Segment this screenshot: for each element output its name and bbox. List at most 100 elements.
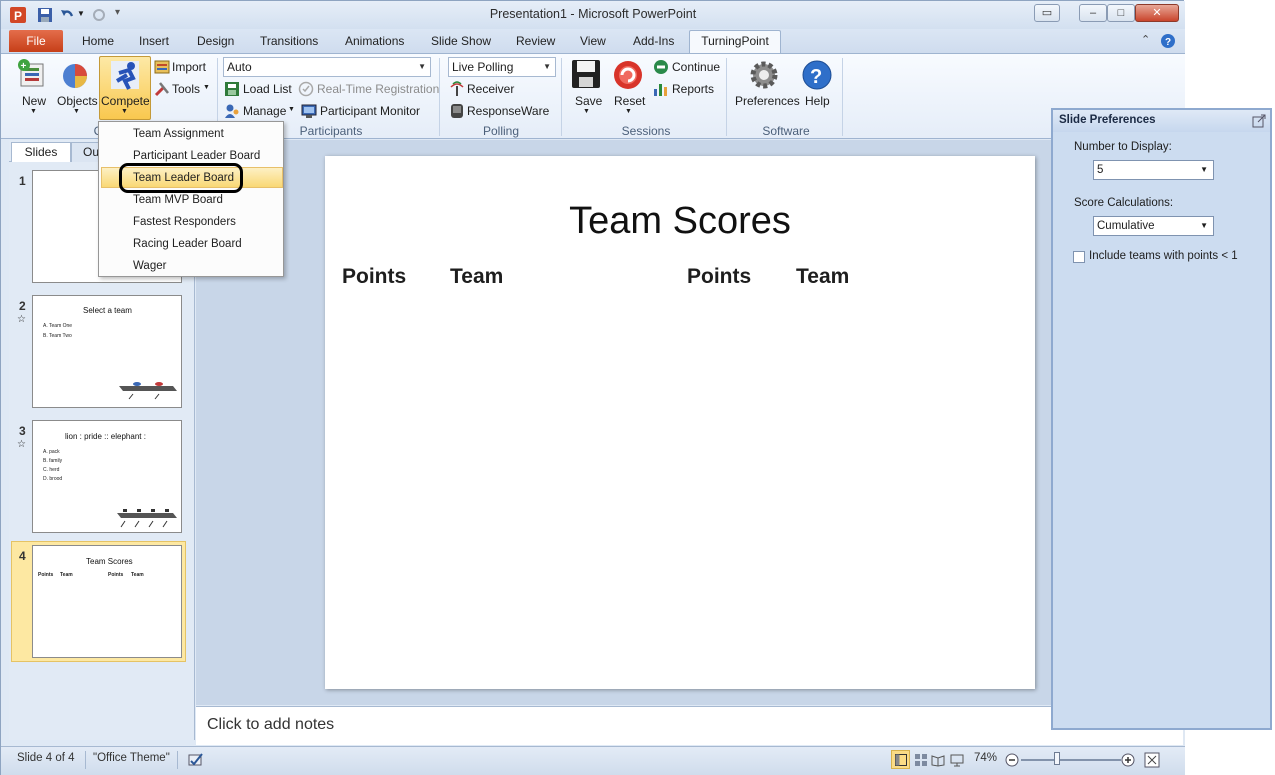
realtime-registration-icon	[298, 81, 314, 97]
notes-pane[interactable]: Click to add notes	[196, 706, 1183, 745]
slide-title[interactable]: Team Scores	[325, 200, 1035, 243]
objects-button[interactable]: Objects	[57, 94, 98, 108]
compete-runner-icon[interactable]	[109, 59, 141, 91]
manage-button[interactable]: Manage	[243, 104, 286, 118]
team-column-header[interactable]: Team	[450, 265, 503, 289]
manage-icon[interactable]	[224, 103, 240, 119]
new-list-icon[interactable]: +	[17, 58, 49, 90]
points-column-header[interactable]: Points	[687, 265, 751, 289]
tab-slide-show[interactable]: Slide Show	[431, 34, 491, 48]
save-session-icon[interactable]	[570, 58, 602, 90]
tab-view[interactable]: View	[580, 34, 606, 48]
responseware-icon[interactable]	[449, 103, 465, 119]
include-teams-label[interactable]: Include teams with points < 1	[1089, 250, 1238, 262]
normal-view-button[interactable]	[891, 750, 910, 769]
tools-button[interactable]: Tools	[172, 82, 200, 96]
new-dropdown-icon[interactable]: ▼	[30, 108, 37, 115]
tab-file[interactable]: File	[9, 30, 63, 52]
close-button[interactable]: ✕	[1135, 4, 1179, 22]
tab-add-ins[interactable]: Add-Ins	[633, 34, 674, 48]
chevron-down-icon: ▼	[1200, 221, 1208, 230]
number-to-display-select[interactable]: 5 ▼	[1093, 160, 1214, 180]
thumbnail-item: C. herd	[43, 467, 60, 473]
menu-item-team-assignment[interactable]: Team Assignment	[99, 123, 283, 145]
import-icon[interactable]	[154, 59, 170, 75]
menu-item-racing-leader-board[interactable]: Racing Leader Board	[99, 233, 283, 255]
tools-dropdown-icon[interactable]: ▼	[203, 84, 210, 91]
score-calculations-select[interactable]: Cumulative ▼	[1093, 216, 1214, 236]
realtime-registration-button: Real-Time Registration	[317, 82, 440, 96]
include-teams-checkbox[interactable]	[1073, 251, 1085, 263]
minimize-ribbon-icon[interactable]: ⌃	[1141, 33, 1150, 46]
spell-check-icon[interactable]	[187, 752, 205, 768]
score-calculations-label: Score Calculations:	[1074, 197, 1174, 209]
slide-thumbnail-4[interactable]: Team Scores Points Team Points Team	[32, 545, 182, 658]
participant-mode-select[interactable]: Auto ▼	[223, 57, 431, 77]
thumbnail-item: Team	[60, 572, 73, 578]
minimize-button[interactable]: –	[1079, 4, 1107, 22]
responseware-button[interactable]: ResponseWare	[467, 104, 549, 118]
polling-mode-select[interactable]: Live Polling ▼	[448, 57, 556, 77]
zoom-in-icon[interactable]	[1121, 753, 1135, 767]
new-button[interactable]: New	[22, 94, 46, 108]
tab-slides[interactable]: Slides	[11, 142, 71, 162]
reports-button[interactable]: Reports	[672, 82, 714, 96]
tab-animations[interactable]: Animations	[345, 34, 404, 48]
load-list-icon[interactable]	[224, 81, 240, 97]
help-circle-icon[interactable]: ?	[1160, 33, 1176, 49]
slide-show-icon[interactable]	[950, 753, 964, 767]
reports-chart-icon[interactable]	[653, 81, 669, 97]
participant-monitor-icon[interactable]	[301, 103, 317, 119]
tab-review[interactable]: Review	[516, 34, 555, 48]
thumbnail-item: D. brood	[43, 476, 63, 482]
points-column-header[interactable]: Points	[342, 265, 406, 289]
thumbnail-item: B. Team Two	[43, 333, 72, 339]
zoom-out-icon[interactable]	[1005, 753, 1019, 767]
fit-to-window-icon[interactable]	[1144, 752, 1160, 768]
help-icon[interactable]: ?	[801, 59, 833, 91]
gear-icon[interactable]	[748, 59, 780, 91]
tab-home[interactable]: Home	[82, 34, 114, 48]
reset-dropdown-icon[interactable]: ▼	[625, 108, 632, 115]
reset-icon[interactable]	[612, 59, 644, 91]
participant-monitor-button[interactable]: Participant Monitor	[320, 104, 420, 118]
slide-canvas[interactable]: Team Scores Points Team Points Team	[325, 156, 1035, 689]
continue-icon[interactable]	[653, 59, 669, 75]
zoom-level[interactable]: 74%	[974, 752, 997, 764]
save-dropdown-icon[interactable]: ▼	[583, 108, 590, 115]
notes-placeholder[interactable]: Click to add notes	[207, 716, 334, 734]
compete-dropdown-icon: ▼	[121, 108, 128, 115]
zoom-slider-thumb[interactable]	[1054, 752, 1060, 765]
slide-thumbnail-3[interactable]: lion : pride :: elephant : A. pack B. fa…	[32, 420, 182, 533]
popout-icon[interactable]	[1252, 114, 1266, 128]
slide-thumbnail-2[interactable]: Select a team A. Team One B. Team Two	[32, 295, 182, 408]
reading-view-icon[interactable]	[931, 753, 945, 767]
receiver-button[interactable]: Receiver	[467, 82, 514, 96]
objects-dropdown-icon[interactable]: ▼	[73, 108, 80, 115]
import-button[interactable]: Import	[172, 60, 206, 74]
ribbon-display-button[interactable]: ▭	[1034, 4, 1060, 22]
group-separator	[842, 58, 843, 136]
preferences-button[interactable]: Preferences	[735, 94, 800, 108]
maximize-button[interactable]: □	[1107, 4, 1135, 22]
tab-turningpoint[interactable]: TurningPoint	[689, 30, 781, 54]
objects-icon[interactable]	[61, 60, 93, 92]
menu-item-fastest-responders[interactable]: Fastest Responders	[99, 211, 283, 233]
tab-insert[interactable]: Insert	[139, 34, 169, 48]
manage-dropdown-icon[interactable]: ▼	[288, 106, 295, 113]
slide-number: 1	[19, 174, 26, 188]
load-list-button[interactable]: Load List	[243, 82, 292, 96]
menu-item-wager[interactable]: Wager	[99, 255, 283, 277]
continue-button[interactable]: Continue	[672, 60, 720, 74]
team-column-header[interactable]: Team	[796, 265, 849, 289]
tab-transitions[interactable]: Transitions	[260, 34, 318, 48]
tools-icon[interactable]	[154, 81, 170, 97]
save-session-button[interactable]: Save	[575, 94, 602, 108]
reset-button[interactable]: Reset	[614, 94, 645, 108]
zoom-slider-track[interactable]	[1021, 759, 1121, 761]
receiver-icon[interactable]	[449, 81, 465, 97]
tab-design[interactable]: Design	[197, 34, 234, 48]
theme-name[interactable]: "Office Theme"	[93, 752, 170, 764]
slide-sorter-icon[interactable]	[914, 753, 928, 767]
help-button[interactable]: Help	[805, 94, 830, 108]
